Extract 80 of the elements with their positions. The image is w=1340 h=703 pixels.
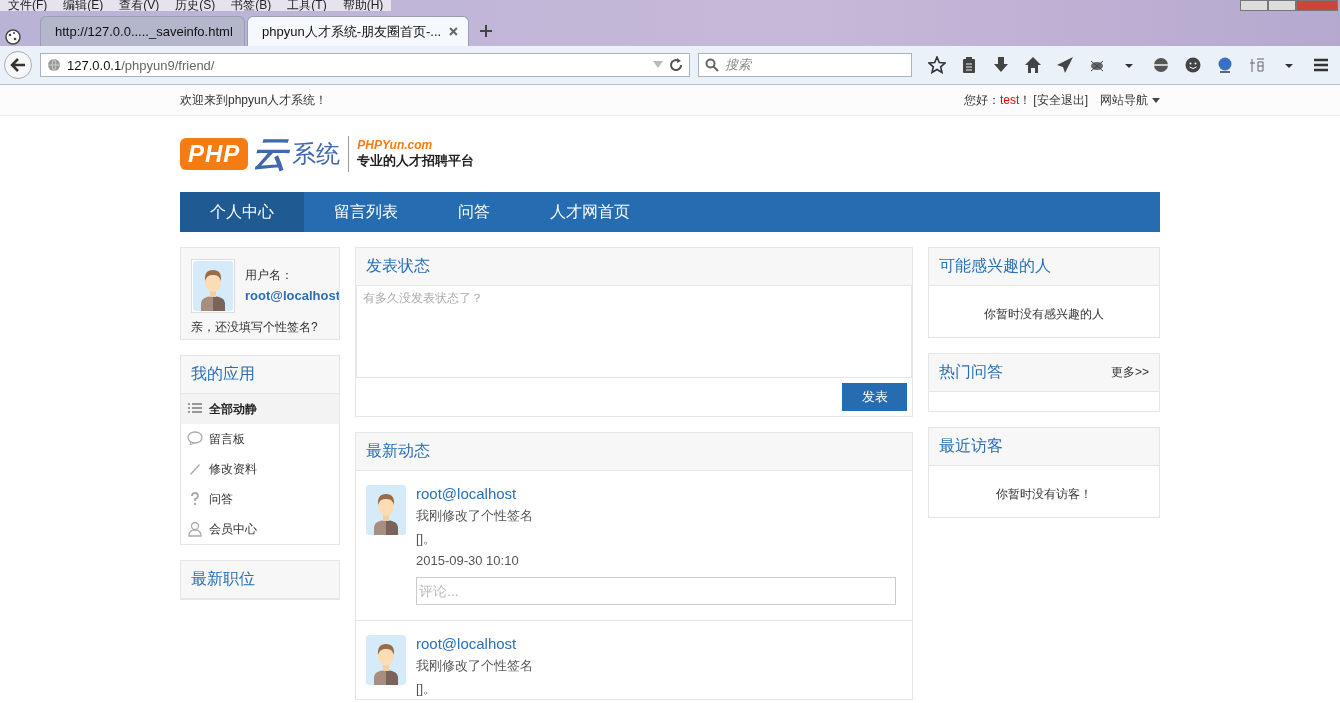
logo-slogan: 专业的人才招聘平台 bbox=[357, 152, 475, 170]
app-menu-item[interactable]: 留言板 bbox=[181, 424, 339, 454]
menu-icon[interactable] bbox=[1312, 56, 1330, 74]
nav-tab[interactable]: 人才网首页 bbox=[520, 192, 660, 232]
logo-cloud: 云 bbox=[252, 131, 289, 176]
speech-bubble-icon bbox=[187, 431, 203, 447]
search-field[interactable]: 搜索 bbox=[698, 53, 912, 77]
tab-title: phpyun人才系统-朋友圈首页-... bbox=[262, 22, 442, 41]
post-author[interactable]: root@localhost bbox=[416, 485, 896, 502]
panel-title: 热门问答 bbox=[939, 362, 1003, 382]
post-text: []。 bbox=[416, 680, 438, 698]
globe-icon[interactable] bbox=[1152, 56, 1170, 74]
browser-tab[interactable]: phpyun人才系统-朋友圈首页-... bbox=[247, 16, 469, 46]
post-author[interactable]: root@localhost bbox=[416, 635, 896, 652]
star-icon[interactable] bbox=[928, 56, 946, 74]
avatar-icon bbox=[366, 485, 406, 535]
app-menu-item[interactable]: 问答 bbox=[181, 484, 339, 514]
person-icon bbox=[187, 521, 203, 537]
menu-item[interactable]: 工具(T) bbox=[279, 0, 335, 11]
panel-title: 最近访客 bbox=[939, 436, 1003, 456]
download-icon[interactable] bbox=[992, 56, 1010, 74]
logout-link[interactable]: [安全退出] bbox=[1033, 91, 1088, 109]
home-icon[interactable] bbox=[1024, 56, 1042, 74]
url-path: /phpyun9/friend/ bbox=[121, 57, 215, 73]
avatar-icon bbox=[366, 635, 406, 685]
nav-tab[interactable]: 留言列表 bbox=[304, 192, 428, 232]
panel-title: 最新动态 bbox=[366, 441, 430, 461]
post-text: 我刚修改了个性签名 bbox=[416, 507, 534, 525]
search-icon bbox=[705, 58, 719, 72]
app-menu-item[interactable]: 全部动静 bbox=[181, 394, 339, 424]
signature-text: 亲，还没填写个性签名? bbox=[191, 319, 319, 336]
app-menu-item[interactable]: 修改资料 bbox=[181, 454, 339, 484]
window-control-icon[interactable] bbox=[1268, 0, 1296, 11]
greeting-text: 您好：test！ bbox=[964, 91, 1032, 109]
logo-domain: PHPYun.com bbox=[357, 138, 434, 152]
empty-message: 你暂时没有访客！ bbox=[995, 486, 1093, 503]
browser-tab[interactable]: http://127.0.0....._saveinfo.html bbox=[40, 16, 245, 46]
nav-tab[interactable]: 问答 bbox=[428, 192, 520, 232]
post-time: 2015-09-30 10:10 bbox=[416, 553, 520, 568]
back-icon bbox=[10, 58, 26, 72]
publish-button[interactable]: 发表 bbox=[842, 383, 907, 411]
site-nav-menu[interactable]: 网站导航 bbox=[1100, 91, 1160, 109]
back-button[interactable] bbox=[4, 51, 32, 79]
panel-title: 可能感兴趣的人 bbox=[939, 256, 1051, 276]
nav-tab[interactable]: 个人中心 bbox=[180, 192, 304, 232]
url-host: 127.0.0.1 bbox=[67, 57, 122, 73]
earth-icon[interactable] bbox=[1216, 56, 1234, 74]
globe-icon bbox=[47, 58, 61, 72]
more-link[interactable]: 更多>> bbox=[1111, 364, 1149, 381]
close-icon[interactable] bbox=[449, 27, 458, 36]
comment-field[interactable]: 评论... bbox=[416, 577, 896, 605]
post-text: 我刚修改了个性签名 bbox=[416, 657, 534, 675]
app-menu-item[interactable]: 会员中心 bbox=[181, 514, 339, 544]
menu-item[interactable]: 书签(B) bbox=[223, 0, 280, 11]
search-placeholder: 搜索 bbox=[725, 56, 751, 74]
send-icon[interactable] bbox=[1056, 56, 1074, 74]
menu-item[interactable]: 帮助(H) bbox=[334, 0, 392, 11]
menu-item[interactable]: 历史(S) bbox=[167, 0, 224, 11]
logo-text: 系统 bbox=[292, 139, 341, 169]
panel-title: 我的应用 bbox=[191, 364, 255, 384]
window-control-icon[interactable] bbox=[1240, 0, 1268, 11]
caret-icon bbox=[1152, 97, 1160, 103]
welcome-text: 欢迎来到phpyun人才系统！ bbox=[180, 91, 328, 109]
panel-title: 发表状态 bbox=[366, 256, 430, 276]
status-input[interactable]: 有多久没发表状态了？ bbox=[356, 286, 912, 378]
empty-message: 你暂时没有感兴趣的人 bbox=[983, 306, 1105, 323]
avatar-icon bbox=[193, 261, 233, 311]
username-link[interactable]: root@localhost bbox=[245, 288, 339, 303]
chat-icon[interactable] bbox=[1184, 56, 1202, 74]
logo-mark: PHP bbox=[180, 138, 249, 170]
plus-icon[interactable] bbox=[479, 24, 493, 38]
reload-icon[interactable] bbox=[669, 58, 683, 72]
username-label: 用户名： bbox=[245, 267, 294, 284]
panel-title: 最新职位 bbox=[191, 569, 255, 589]
post-text: []。 bbox=[416, 530, 438, 548]
tab-title: http://127.0.0....._saveinfo.html bbox=[55, 24, 233, 39]
clipboard-icon[interactable] bbox=[960, 56, 978, 74]
cookie-icon bbox=[4, 28, 22, 46]
address-field[interactable]: 127.0.0.1/phpyun9/friend/ bbox=[40, 53, 690, 77]
pencil-icon bbox=[187, 461, 203, 477]
